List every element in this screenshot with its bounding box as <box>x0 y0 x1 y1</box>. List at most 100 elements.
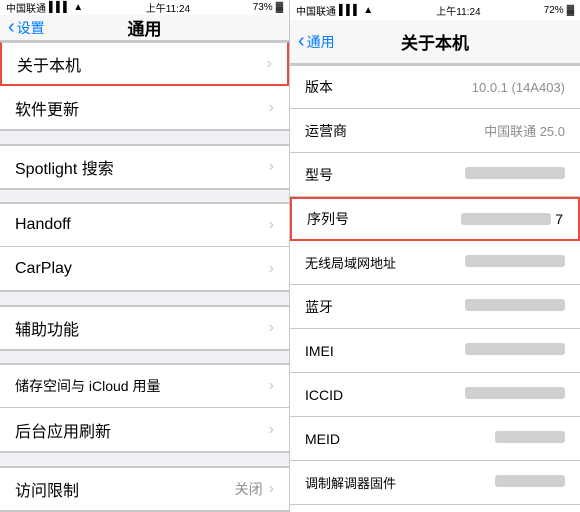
right-nav-title: 关于本机 <box>401 29 469 54</box>
about-arrow-icon: › <box>267 55 272 73</box>
right-carrier: 中国联通 <box>296 3 336 18</box>
left-back-button[interactable]: ‹ 设置 <box>8 18 45 38</box>
accessibility-label: 辅助功能 <box>15 316 79 340</box>
right-back-arrow-icon: ‹ <box>298 31 305 51</box>
model-row: 型号 <box>290 153 580 197</box>
left-time: 上午11:24 <box>146 0 190 15</box>
left-separator-3 <box>0 292 289 305</box>
left-status-bar: 中国联通 ▌▌▌ ▲ 上午11:24 73% ▓ <box>0 0 289 15</box>
left-separator-4 <box>0 351 289 364</box>
right-nav-bar: ‹ 通用 关于本机 <box>290 20 580 64</box>
left-group-1-block: 关于本机 › 软件更新 › <box>0 41 289 131</box>
left-battery-icon: ▓ <box>276 2 283 13</box>
right-battery-icon: ▓ <box>567 5 574 16</box>
accessibility-arrow-icon: › <box>269 319 274 337</box>
meid-label: MEID <box>305 431 385 447</box>
storage-item[interactable]: 储存空间与 iCloud 用量 › <box>0 364 289 408</box>
left-battery-pct: 73% <box>253 2 273 13</box>
serial-blurred-icon <box>461 213 551 225</box>
left-group-3-block: Handoff › CarPlay › <box>0 202 289 292</box>
left-nav-bar: ‹ 设置 通用 <box>0 15 289 41</box>
imei-blurred <box>465 343 565 355</box>
software-update-item[interactable]: 软件更新 › <box>0 86 289 130</box>
right-wifi-icon: ▲ <box>363 5 373 16</box>
left-panel: 中国联通 ▌▌▌ ▲ 上午11:24 73% ▓ ‹ 设置 通用 关于本机 › … <box>0 0 290 512</box>
meid-row: MEID <box>290 417 580 461</box>
wifi-address-row: 无线局域网地址 <box>290 241 580 285</box>
bluetooth-label: 蓝牙 <box>305 297 385 317</box>
iccid-row: ICCID <box>290 373 580 417</box>
right-back-button[interactable]: ‹ 通用 <box>298 32 335 52</box>
about-item[interactable]: 关于本机 › <box>0 42 289 86</box>
background-refresh-label: 后台应用刷新 <box>15 418 111 442</box>
modem-label: 调制解调器固件 <box>305 473 396 492</box>
modem-blurred <box>495 475 565 487</box>
left-status-right: 73% ▓ <box>253 2 283 13</box>
right-status-right: 72% ▓ <box>544 5 574 16</box>
meid-value <box>495 431 565 446</box>
bluetooth-row: 蓝牙 <box>290 285 580 329</box>
meid-blurred <box>495 431 565 443</box>
serial-value: 7 <box>461 211 563 227</box>
carrier-row: 运营商 中国联通 25.0 <box>290 109 580 153</box>
right-signal-icon: ▌▌▌ <box>339 5 360 16</box>
imei-label: IMEI <box>305 343 385 359</box>
serial-row: 序列号 7 <box>290 197 580 241</box>
model-blurred <box>465 167 565 179</box>
carplay-label: CarPlay <box>15 260 72 278</box>
software-update-label: 软件更新 <box>15 96 79 120</box>
serial-end-digit: 7 <box>555 211 563 227</box>
left-nav-title: 通用 <box>128 15 162 40</box>
background-refresh-item[interactable]: 后台应用刷新 › <box>0 408 289 452</box>
spotlight-label: Spotlight 搜索 <box>15 155 114 179</box>
left-group-6-block: 访问限制 关闭 › <box>0 466 289 512</box>
carplay-arrow-icon: › <box>269 260 274 278</box>
right-battery-pct: 72% <box>544 5 564 16</box>
right-panel: 中国联通 ▌▌▌ ▲ 上午11:24 72% ▓ ‹ 通用 关于本机 版本 10… <box>290 0 580 512</box>
left-separator-1 <box>0 131 289 144</box>
modem-row: 调制解调器固件 <box>290 461 580 505</box>
left-carrier: 中国联通 <box>6 0 46 15</box>
right-group-block: 版本 10.0.1 (14A403) 运营商 中国联通 25.0 型号 序列号 … <box>290 64 580 512</box>
storage-arrow-icon: › <box>269 377 274 395</box>
accessibility-item[interactable]: 辅助功能 › <box>0 306 289 350</box>
left-group-4-block: 辅助功能 › <box>0 305 289 351</box>
version-value: 10.0.1 (14A403) <box>472 80 565 95</box>
carplay-item[interactable]: CarPlay › <box>0 247 289 291</box>
iccid-value <box>465 387 565 402</box>
right-status-bar: 中国联通 ▌▌▌ ▲ 上午11:24 72% ▓ <box>290 0 580 20</box>
carrier-label: 运营商 <box>305 121 385 141</box>
version-row: 版本 10.0.1 (14A403) <box>290 65 580 109</box>
handoff-arrow-icon: › <box>269 216 274 234</box>
spotlight-item[interactable]: Spotlight 搜索 › <box>0 145 289 189</box>
left-back-arrow-icon: ‹ <box>8 17 15 37</box>
seid-row[interactable]: SEID › <box>290 505 580 512</box>
right-detail-list: 版本 10.0.1 (14A403) 运营商 中国联通 25.0 型号 序列号 … <box>290 64 580 512</box>
left-group-2-block: Spotlight 搜索 › <box>0 144 289 190</box>
restrictions-item[interactable]: 访问限制 关闭 › <box>0 467 289 511</box>
imei-row: IMEI <box>290 329 580 373</box>
handoff-label: Handoff <box>15 216 71 234</box>
handoff-item[interactable]: Handoff › <box>0 203 289 247</box>
restrictions-label: 访问限制 <box>15 477 79 501</box>
bluetooth-value <box>465 299 565 314</box>
imei-value <box>465 343 565 358</box>
restrictions-arrow-icon: › <box>269 480 274 498</box>
background-refresh-arrow-icon: › <box>269 421 274 439</box>
left-group-5-block: 储存空间与 iCloud 用量 › 后台应用刷新 › <box>0 363 289 453</box>
version-label: 版本 <box>305 77 385 97</box>
left-wifi-icon: ▲ <box>73 2 83 13</box>
wifi-addr-blurred <box>465 255 565 267</box>
iccid-label: ICCID <box>305 387 385 403</box>
restrictions-value: 关闭 <box>235 479 263 499</box>
left-separator-2 <box>0 190 289 203</box>
left-signal-icon: ▌▌▌ <box>49 2 70 13</box>
wifi-address-value <box>465 255 565 270</box>
left-back-label: 设置 <box>17 18 45 38</box>
left-status-left: 中国联通 ▌▌▌ ▲ <box>6 0 83 15</box>
right-time: 上午11:24 <box>436 3 480 18</box>
serial-label: 序列号 <box>307 209 387 229</box>
right-status-left: 中国联通 ▌▌▌ ▲ <box>296 3 373 18</box>
storage-label: 储存空间与 iCloud 用量 <box>15 376 160 396</box>
modem-value <box>495 475 565 490</box>
